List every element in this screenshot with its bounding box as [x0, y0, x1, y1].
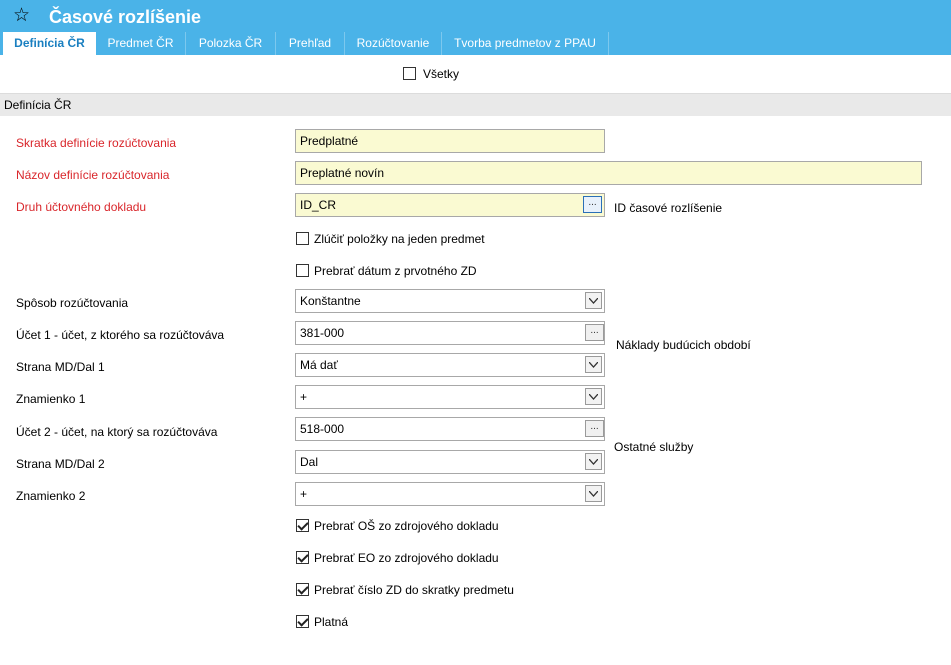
znamienko2-label: Znamienko 2 [16, 489, 86, 503]
strana1-dropdown-button[interactable] [585, 356, 602, 373]
tab-bar: Definícia ČR Predmet ČR Polozka ČR Prehľ… [0, 32, 951, 55]
znamienko2-value: + [300, 487, 308, 501]
chevron-down-icon [589, 394, 598, 400]
star-icon[interactable]: ☆ [13, 4, 30, 28]
prebrat-cislo-label: Prebrať číslo ZD do skratky predmetu [314, 583, 514, 597]
skratka-label: Skratka definície rozúčtovania [16, 136, 177, 150]
strana1-label: Strana MD/Dal 1 [16, 360, 105, 374]
chevron-down-icon [589, 459, 598, 465]
ucet2-field[interactable]: 518-000 [295, 417, 605, 441]
ucet2-description: Ostatné služby [614, 440, 694, 454]
sposob-label: Spôsob rozúčtovania [16, 296, 129, 310]
strana2-select[interactable]: Dal [295, 450, 605, 474]
ucet1-browse-button[interactable]: ... [585, 324, 604, 341]
tab-tvorba-predmetov[interactable]: Tvorba predmetov z PPAU [442, 32, 609, 55]
platna-label: Platná [314, 615, 349, 629]
druh-description: ID časové rozlíšenie [614, 201, 723, 215]
druh-field[interactable]: ID_CR [295, 193, 605, 217]
znamienko1-select[interactable]: + [295, 385, 605, 409]
tab-definicia-cr[interactable]: Definícia ČR [3, 32, 96, 55]
ucet2-value: 518-000 [300, 422, 345, 436]
zlucit-label: Zlúčiť položky na jeden predmet [314, 232, 485, 246]
sposob-dropdown-button[interactable] [585, 292, 602, 309]
tab-predmet-cr[interactable]: Predmet ČR [96, 32, 186, 55]
ucet1-value: 381-000 [300, 326, 345, 340]
ucet2-label: Účet 2 - účet, na ktorý sa rozúčtováva [16, 425, 218, 439]
prebrat-eo-label: Prebrať EO zo zdrojového dokladu [314, 551, 499, 565]
ucet2-browse-button[interactable]: ... [585, 420, 604, 437]
all-label: Všetky [423, 67, 460, 81]
tab-prehlad[interactable]: Prehľad [276, 32, 345, 55]
tab-rozuctovanie[interactable]: Rozúčtovanie [345, 32, 442, 55]
skratka-field[interactable]: Predplatné [295, 129, 605, 153]
chevron-down-icon [589, 491, 598, 497]
chevron-down-icon [589, 362, 598, 368]
znamienko1-label: Znamienko 1 [16, 392, 86, 406]
prebrat-cislo-checkbox[interactable] [296, 583, 309, 596]
tab-polozka-cr[interactable]: Polozka ČR [186, 32, 276, 55]
strana1-value: Má dať [300, 358, 338, 372]
druh-browse-button[interactable]: ... [583, 196, 602, 213]
platna-checkbox[interactable] [296, 615, 309, 628]
sposob-value: Konštantne [300, 294, 361, 308]
all-checkbox[interactable] [403, 67, 416, 80]
druh-value: ID_CR [300, 198, 337, 212]
ucet1-description: Náklady budúcich období [616, 338, 751, 352]
chevron-down-icon [589, 298, 598, 304]
section-header: Definícia ČR [0, 93, 951, 116]
znamienko1-dropdown-button[interactable] [585, 388, 602, 405]
nazov-label: Názov definície rozúčtovania [16, 168, 170, 182]
ucet1-field[interactable]: 381-000 [295, 321, 605, 345]
strana2-label: Strana MD/Dal 2 [16, 457, 105, 471]
section-title: Definícia ČR [4, 98, 72, 112]
nazov-field[interactable]: Preplatné novín [295, 161, 922, 185]
title-bar: ☆ Časové rozlíšenie [0, 0, 951, 34]
strana1-select[interactable]: Má dať [295, 353, 605, 377]
znamienko1-value: + [300, 390, 308, 404]
znamienko2-select[interactable]: + [295, 482, 605, 506]
druh-label: Druh účtovného dokladu [16, 200, 147, 214]
prebrat-datum-label: Prebrať dátum z prvotného ZD [314, 264, 477, 278]
prebrat-os-label: Prebrať OŠ zo zdrojového dokladu [314, 519, 499, 533]
ucet1-label: Účet 1 - účet, z ktorého sa rozúčtováva [16, 328, 225, 342]
strana2-value: Dal [300, 455, 319, 469]
prebrat-os-checkbox[interactable] [296, 519, 309, 532]
app-title: Časové rozlíšenie [49, 7, 202, 27]
prebrat-datum-checkbox[interactable] [296, 264, 309, 277]
strana2-dropdown-button[interactable] [585, 453, 602, 470]
sposob-select[interactable]: Konštantne [295, 289, 605, 313]
znamienko2-dropdown-button[interactable] [585, 485, 602, 502]
zlucit-checkbox[interactable] [296, 232, 309, 245]
prebrat-eo-checkbox[interactable] [296, 551, 309, 564]
